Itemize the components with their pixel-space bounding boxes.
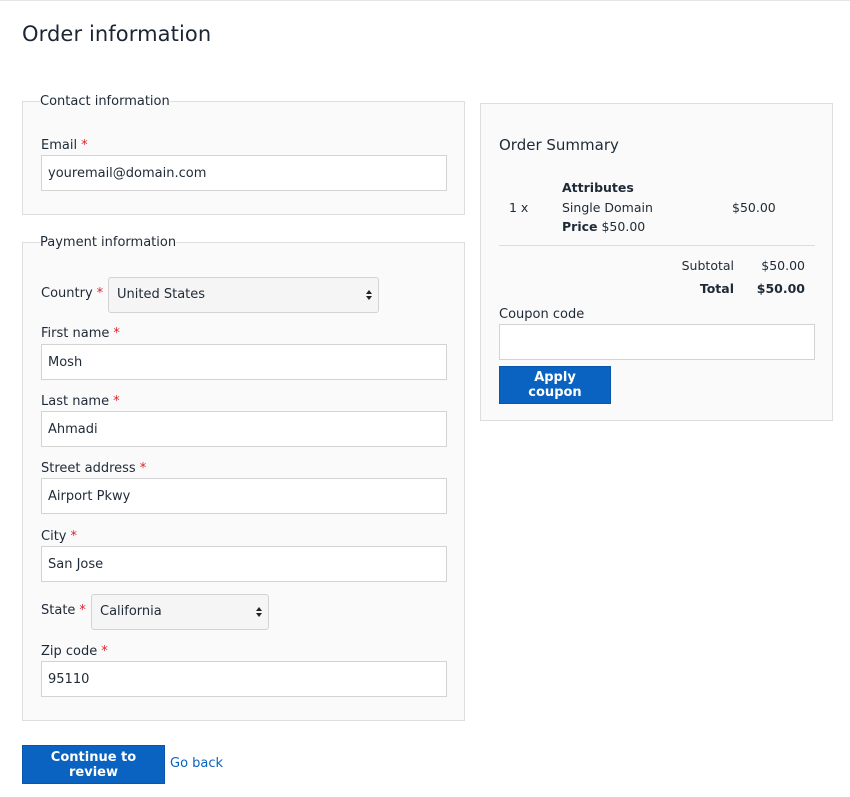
email-field[interactable]	[41, 155, 447, 191]
total-label: Total	[699, 281, 734, 296]
country-label: Country *	[41, 286, 104, 301]
item-price-value: $50.00	[601, 219, 646, 234]
first-name-field[interactable]	[41, 344, 447, 380]
apply-coupon-button[interactable]: Apply coupon	[499, 366, 611, 404]
subtotal-label: Subtotal	[681, 258, 734, 273]
item-quantity: 1 x	[509, 200, 529, 215]
country-select-value: United States	[117, 287, 206, 302]
order-summary-panel: Order Summary 1 x Attributes Single Doma…	[480, 103, 833, 421]
city-label: City *	[41, 529, 77, 544]
street-address-field[interactable]	[41, 478, 447, 514]
last-name-label: Last name *	[41, 394, 120, 409]
last-name-field[interactable]	[41, 411, 447, 447]
order-summary-title: Order Summary	[499, 136, 619, 154]
zip-code-field[interactable]	[41, 661, 447, 697]
zip-code-label: Zip code *	[41, 644, 108, 659]
item-name: Single Domain	[562, 200, 653, 215]
email-label: Email *	[41, 138, 88, 153]
top-divider	[0, 0, 850, 1]
total-value: $50.00	[756, 281, 805, 296]
required-asterisk: *	[139, 461, 147, 476]
state-label: State *	[41, 603, 86, 618]
state-select[interactable]: California	[91, 594, 269, 630]
required-asterisk: *	[113, 394, 120, 409]
payment-information-legend: Payment information	[40, 235, 177, 250]
required-asterisk: *	[79, 603, 86, 618]
state-select-value: California	[100, 604, 162, 619]
contact-information-legend: Contact information	[40, 94, 170, 109]
select-arrows-icon	[256, 607, 262, 617]
city-field[interactable]	[41, 546, 447, 582]
go-back-link[interactable]: Go back	[170, 756, 223, 771]
summary-divider	[499, 245, 815, 246]
item-price: Price $50.00	[562, 219, 645, 234]
required-asterisk: *	[96, 286, 104, 301]
item-price-label: Price	[562, 219, 598, 234]
item-line-total: $50.00	[732, 200, 776, 215]
item-attributes-label: Attributes	[562, 180, 634, 195]
coupon-code-label: Coupon code	[499, 307, 585, 322]
country-select[interactable]: United States	[108, 277, 379, 313]
page-title: Order information	[22, 22, 212, 46]
continue-to-review-button[interactable]: Continue to review	[22, 745, 165, 784]
street-address-label: Street address *	[41, 461, 147, 476]
required-asterisk: *	[70, 529, 77, 544]
coupon-code-field[interactable]	[499, 324, 815, 360]
select-arrows-icon	[366, 290, 372, 300]
required-asterisk: *	[81, 138, 88, 153]
subtotal-value: $50.00	[761, 258, 805, 273]
first-name-label: First name *	[41, 326, 120, 341]
required-asterisk: *	[101, 644, 108, 659]
required-asterisk: *	[113, 326, 120, 341]
